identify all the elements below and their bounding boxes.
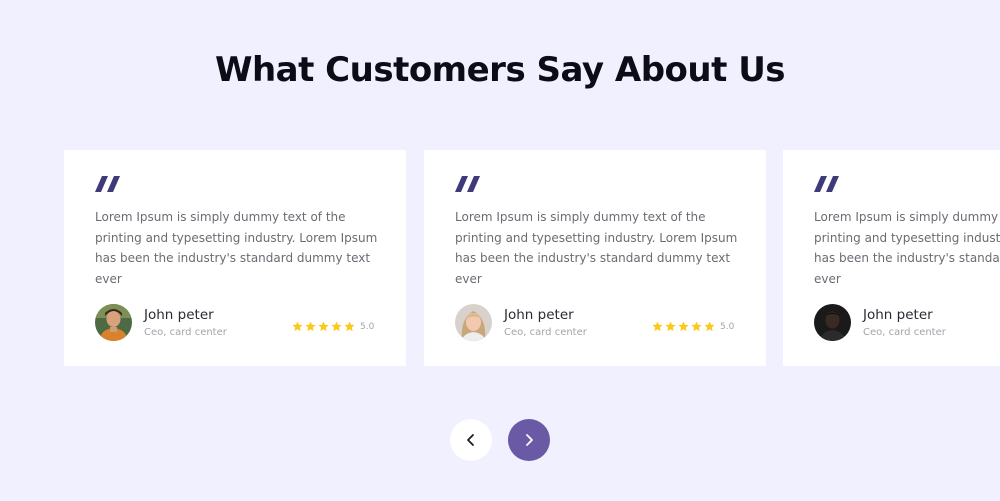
star-icon — [344, 321, 355, 332]
author-role: Ceo, card center — [863, 327, 946, 338]
carousel-prev-button[interactable] — [450, 419, 492, 461]
quote-icon — [95, 176, 120, 192]
testimonial-text: Lorem Ipsum is simply dummy text of the … — [95, 210, 378, 286]
chevron-left-icon — [467, 434, 474, 446]
avatar — [455, 304, 492, 341]
author-role: Ceo, card center — [504, 327, 587, 338]
star-icon — [678, 321, 689, 332]
star-icon — [292, 321, 303, 332]
avatar — [814, 304, 851, 341]
author-name: John peter — [863, 307, 933, 323]
star-icon — [331, 321, 342, 332]
testimonial-text: Lorem Ipsum is simply dummy text of the … — [455, 210, 738, 286]
rating-value: 5.0 — [360, 321, 375, 332]
star-rating: 5.0 — [652, 321, 734, 332]
avatar — [95, 304, 132, 341]
chevron-right-icon — [526, 434, 533, 446]
star-icon — [305, 321, 316, 332]
quote-icon — [814, 176, 839, 192]
testimonial-carousel: Lorem Ipsum is simply dummy text of the … — [0, 150, 1000, 366]
star-icon — [691, 321, 702, 332]
star-rating: 5.0 — [292, 321, 374, 332]
testimonial-card: Lorem Ipsum is simply dummy text of the … — [424, 150, 766, 366]
testimonial-card: Lorem Ipsum is simply dummy text of the … — [783, 150, 1000, 366]
star-icon — [318, 321, 329, 332]
section-title: What Customers Say About Us — [214, 50, 786, 90]
rating-value: 5.0 — [720, 321, 735, 332]
quote-icon — [455, 176, 480, 192]
star-icon — [652, 321, 663, 332]
author-name: John peter — [144, 307, 214, 323]
carousel-next-button[interactable] — [508, 419, 550, 461]
author-name: John peter — [504, 307, 574, 323]
star-icon — [704, 321, 715, 332]
testimonial-text: Lorem Ipsum is simply dummy text of the … — [814, 210, 1000, 286]
testimonial-card: Lorem Ipsum is simply dummy text of the … — [64, 150, 406, 366]
author-role: Ceo, card center — [144, 327, 227, 338]
star-icon — [665, 321, 676, 332]
